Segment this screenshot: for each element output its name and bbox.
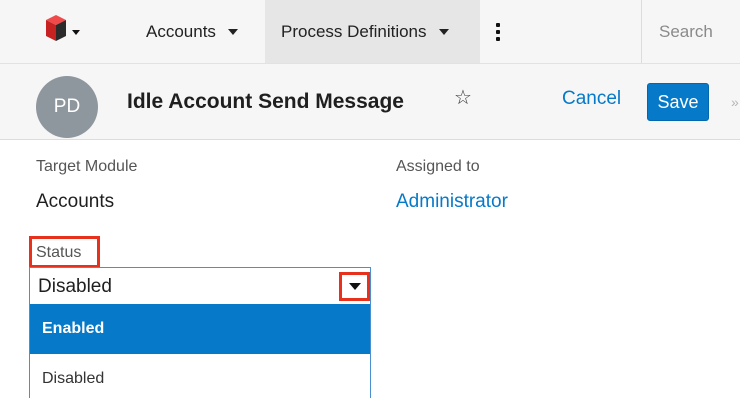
- status-label: Status: [36, 244, 82, 261]
- tab-process-definitions[interactable]: Process Definitions: [265, 0, 480, 63]
- status-dropdown-list: Enabled Disabled: [29, 304, 371, 398]
- top-nav: Accounts Process Definitions: [0, 0, 740, 64]
- vertical-ellipsis-icon[interactable]: [490, 18, 506, 46]
- target-module-value: Accounts: [36, 191, 115, 212]
- assigned-to-label: Assigned to: [396, 158, 480, 175]
- chevron-down-icon[interactable]: [227, 28, 238, 35]
- double-chevron-right-icon[interactable]: »: [731, 94, 739, 110]
- avatar: PD: [36, 76, 98, 138]
- status-option-enabled[interactable]: Enabled: [30, 304, 370, 354]
- assigned-to-link[interactable]: Administrator: [396, 191, 508, 213]
- nav-divider: [641, 0, 642, 63]
- status-selected-value: Disabled: [38, 276, 112, 297]
- record-header: PD Idle Account Send Message ☆ Cancel Sa…: [0, 64, 740, 140]
- tab-process-definitions-label: Process Definitions: [281, 21, 427, 41]
- save-button[interactable]: Save: [647, 83, 709, 121]
- tab-accounts[interactable]: Accounts: [146, 0, 238, 63]
- cancel-button[interactable]: Cancel: [562, 88, 621, 110]
- chevron-down-icon[interactable]: [438, 28, 449, 35]
- tab-accounts-label: Accounts: [146, 21, 216, 41]
- sugar-cube-logo-icon: [46, 15, 80, 41]
- logo-menu-button[interactable]: [34, 14, 80, 50]
- star-outline-icon[interactable]: ☆: [454, 88, 472, 108]
- status-select[interactable]: Disabled: [29, 267, 371, 304]
- page-title: Idle Account Send Message: [127, 90, 404, 113]
- dropdown-arrow-icon[interactable]: [339, 272, 370, 301]
- status-option-disabled[interactable]: Disabled: [30, 354, 370, 398]
- search-input[interactable]: [645, 12, 740, 52]
- target-module-label: Target Module: [36, 158, 138, 175]
